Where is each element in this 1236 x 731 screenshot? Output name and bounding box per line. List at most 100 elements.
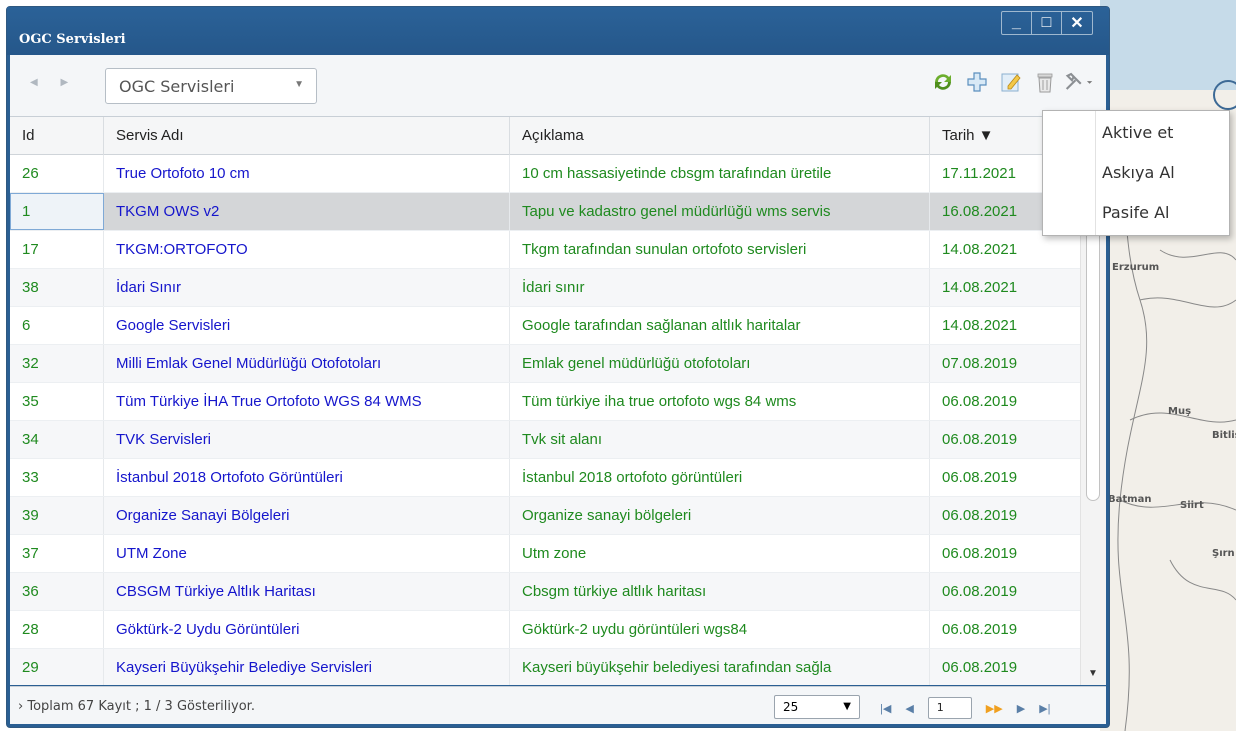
table-row[interactable]: 39 Organize Sanayi Bölgeleri Organize sana… [10,497,1080,535]
edit-icon[interactable] [996,67,1026,97]
column-header-description[interactable]: Açıklama [510,117,930,155]
cell-description: İstanbul 2018 ortofoto görüntüleri [510,459,930,496]
page-size-value: 25 [783,700,799,714]
cell-description: Tkgm tarafından sunulan ortofoto servisl… [510,231,930,268]
table-row[interactable]: 38 İdari Sınır İdari sınır 14.08.2021 [10,269,1080,307]
close-button[interactable]: ✕ [1062,12,1092,34]
add-icon[interactable] [962,67,992,97]
cell-description: Tvk sit alanı [510,421,930,458]
cell-date: 06.08.2019 [942,469,1018,486]
delete-icon[interactable] [1030,67,1060,97]
table-row[interactable]: 37 UTM Zone Utm zone 06.08.2019 [10,535,1080,573]
history-nav-arrows[interactable]: ◀ ▶ [30,77,78,88]
cell-description: Tüm türkiye iha true ortofoto wgs 84 wms [510,383,930,420]
next-page-icon[interactable]: ▶ [1017,702,1025,715]
cell-name: TVK Servisleri [104,421,510,458]
cell-id: 33 [10,459,104,496]
cell-name: Google Servisleri [104,307,510,344]
map-label: Erzurum [1112,262,1160,273]
menu-item-suspend[interactable]: Askıya Al [1102,163,1175,182]
tools-icon[interactable] [1064,67,1094,97]
cell-description: Organize sanayi bölgeleri [510,497,930,534]
cell-description: 10 cm hassasiyetinde cbsgm tarafından ür… [510,155,930,192]
page-number-input[interactable]: 1 [927,697,972,719]
cell-date: 06.08.2019 [942,507,1018,524]
last-page-icon[interactable]: ▶| [1039,702,1050,715]
cell-id: 26 [10,155,104,192]
page-size-select[interactable]: 25 ▼ [774,695,860,719]
cell-name: Göktürk-2 Uydu Görüntüleri [104,611,510,648]
window-title: OGC Servisleri [19,32,126,47]
cell-name: İdari Sınır [104,269,510,306]
table-row[interactable]: 1 TKGM OWS v2 Tapu ve kadastro genel müdür… [10,193,1080,231]
table-row[interactable]: 36 CBSGM Türkiye Altlık Haritası Cbsgm tür… [10,573,1080,611]
cell-description: Tapu ve kadastro genel müdürlüğü wms ser… [510,193,930,230]
next-block-icon[interactable]: ▶▶ [986,702,1003,715]
record-summary: › Toplam 67 Kayıt ; 1 / 3 Gösteriliyor. [18,699,255,714]
cell-description: Kayseri büyükşehir belediyesi tarafından… [510,649,930,685]
cell-date: 07.08.2019 [942,355,1018,372]
menu-item-deactivate[interactable]: Pasife Al [1102,203,1169,222]
cell-id: 29 [10,649,104,685]
table-row[interactable]: 32 Milli Emlak Genel Müdürlüğü Otofotolar… [10,345,1080,383]
table-row[interactable]: 17 TKGM:ORTOFOTO Tkgm tarafından sunulan o… [10,231,1080,269]
window-controls: _ □ ✕ [1001,11,1093,35]
table-row[interactable]: 33 İstanbul 2018 Ortofoto Görüntüleri İsta… [10,459,1080,497]
toolbar: ◀ ▶ OGC Servisleri ▼ [10,55,1106,117]
cell-description: İdari sınır [510,269,930,306]
cell-id: 34 [10,421,104,458]
column-header-id[interactable]: Id [10,117,104,155]
paging-toolbar: › Toplam 67 Kayıt ; 1 / 3 Gösteriliyor. … [10,686,1106,724]
table-row[interactable]: 28 Göktürk-2 Uydu Görüntüleri Göktürk-2 uy… [10,611,1080,649]
cell-name: Milli Emlak Genel Müdürlüğü Otofotoları [104,345,510,382]
table-row[interactable]: 29 Kayseri Büyükşehir Belediye Servisleri… [10,649,1080,685]
cell-id: 32 [10,345,104,382]
cell-description: Cbsgm türkiye altlık haritası [510,573,930,610]
chevron-down-icon[interactable]: ▼ [843,696,851,718]
cell-name: Tüm Türkiye İHA True Ortofoto WGS 84 WMS [104,383,510,420]
map-label: Şırn [1212,548,1235,559]
cell-description: Utm zone [510,535,930,572]
cell-description: Emlak genel müdürlüğü otofotoları [510,345,930,382]
first-page-icon[interactable]: |◀ [880,702,891,715]
cell-name: UTM Zone [104,535,510,572]
prev-page-icon[interactable]: ◀ [905,702,913,715]
combo-value: OGC Servisleri [119,77,235,96]
title-bar[interactable]: OGC Servisleri _ □ ✕ [7,7,1109,55]
cell-id: 35 [10,383,104,420]
cell-date: 06.08.2019 [942,583,1018,600]
grid-header: Id Servis Adı Açıklama Tarih ▼ [10,117,1106,155]
cell-id: 1 [10,193,104,230]
grid-rows: 26 True Ortofoto 10 cm 10 cm hassasiyetind… [10,155,1080,685]
tools-dropdown-menu: Aktive et Askıya Al Pasife Al [1042,110,1230,236]
toolbar-actions [928,67,1094,97]
cell-date: 06.08.2019 [942,621,1018,638]
cell-name: İstanbul 2018 Ortofoto Görüntüleri [104,459,510,496]
chevron-down-icon[interactable]: ▼ [294,79,304,90]
refresh-icon[interactable] [928,67,958,97]
cell-id: 6 [10,307,104,344]
table-row[interactable]: 34 TVK Servisleri Tvk sit alanı 06.08.2019 [10,421,1080,459]
table-row[interactable]: 6 Google Servisleri Google tarafından sağl… [10,307,1080,345]
table-row[interactable]: 35 Tüm Türkiye İHA True Ortofoto WGS 84 W… [10,383,1080,421]
cell-id: 38 [10,269,104,306]
service-type-combo[interactable]: OGC Servisleri ▼ [105,68,317,104]
cell-description: Göktürk-2 uydu görüntüleri wgs84 [510,611,930,648]
cell-id: 36 [10,573,104,610]
map-label: Bitlis [1212,430,1236,441]
scroll-down-icon[interactable]: ▼ [1088,668,1098,679]
minimize-button[interactable]: _ [1002,12,1032,34]
cell-date: 14.08.2021 [942,279,1018,296]
cell-date: 14.08.2021 [942,317,1018,334]
table-row[interactable]: 26 True Ortofoto 10 cm 10 cm hassasiyetind… [10,155,1080,193]
map-label: Batman [1108,494,1152,505]
page-navigation: |◀ ◀ 1 ▶▶ ▶ ▶| [880,697,1051,719]
menu-item-activate[interactable]: Aktive et [1102,123,1173,142]
cell-id: 17 [10,231,104,268]
maximize-button[interactable]: □ [1032,12,1062,34]
map-label: Siirt [1180,500,1204,511]
cell-id: 39 [10,497,104,534]
map-label: Muş [1168,406,1192,417]
cell-name: CBSGM Türkiye Altlık Haritası [104,573,510,610]
column-header-name[interactable]: Servis Adı [104,117,510,155]
